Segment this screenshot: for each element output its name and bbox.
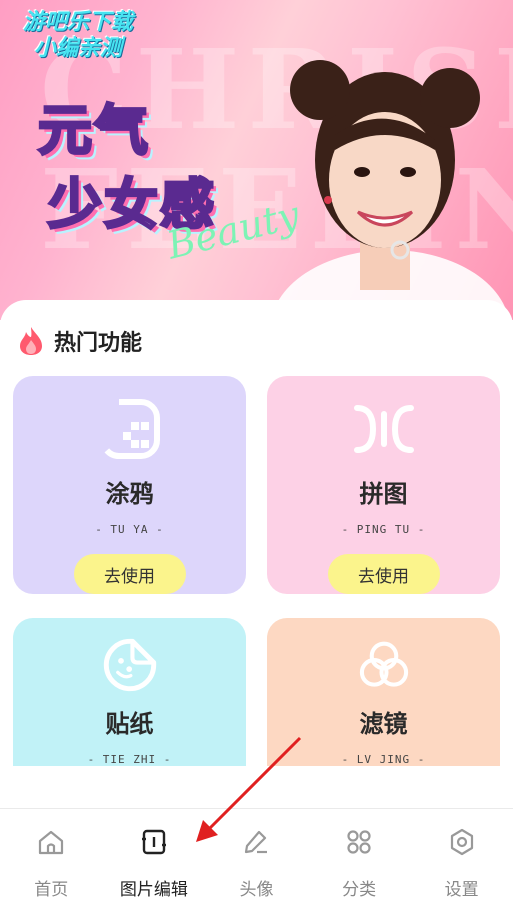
card-subtitle: - PING TU -: [341, 523, 426, 536]
feature-card-filter[interactable]: 滤镜 - LV JING -: [267, 618, 500, 766]
nav-label: 分类: [342, 880, 377, 900]
settings-icon: [450, 828, 473, 856]
nav-label: 头像: [239, 880, 274, 900]
fire-icon: [20, 327, 42, 355]
feature-card-sticker[interactable]: 贴纸 - TIE ZHI -: [13, 618, 246, 766]
watermark: 游吧乐下载 小编亲测: [8, 10, 148, 62]
section-title: 热门功能: [54, 331, 143, 356]
feature-card-doodle[interactable]: 涂鸦 - TU YA - 去使用: [13, 376, 246, 594]
nav-item-avatar[interactable]: 头像: [205, 809, 308, 902]
card-title: 贴纸: [105, 710, 154, 738]
hero-banner[interactable]: CHRISH FEELING 游吧乐下载 小编亲测 元气 少女感 Beauty: [0, 0, 513, 320]
nav-label: 图片编辑: [119, 880, 188, 900]
card-subtitle: - TIE ZHI -: [87, 753, 172, 766]
bottom-navigation: 首页 图片编辑 头像 分类 设置: [0, 808, 513, 902]
use-button[interactable]: 去使用: [327, 554, 440, 594]
banner-model-photo: [270, 60, 510, 320]
filter-icon: [359, 641, 408, 687]
card-subtitle: - LV JING -: [341, 753, 426, 766]
nav-item-photo-edit[interactable]: 图片编辑: [103, 809, 206, 902]
pen-icon: [245, 830, 268, 854]
feature-card-collage[interactable]: 拼图 - PING TU - 去使用: [267, 376, 500, 594]
nav-label: 首页: [34, 880, 69, 900]
nav-item-category[interactable]: 分类: [308, 809, 411, 902]
card-title: 涂鸦: [105, 480, 154, 508]
nav-label: 设置: [444, 880, 479, 900]
card-title: 拼图: [359, 480, 408, 508]
nav-item-home[interactable]: 首页: [0, 809, 103, 902]
section-header: 热门功能: [18, 324, 142, 358]
photo-edit-icon: [141, 829, 166, 855]
use-button[interactable]: 去使用: [73, 554, 186, 594]
sticker-icon: [103, 638, 156, 692]
content-panel: 热门功能 涂鸦 - TU YA - 去使用 拼图 - PING TU - 去使用: [0, 300, 513, 810]
nav-item-settings[interactable]: 设置: [410, 809, 513, 902]
doodle-icon: [99, 399, 160, 459]
home-icon: [39, 830, 64, 855]
watermark-line-1: 游吧乐下载: [22, 10, 133, 35]
card-subtitle: - TU YA -: [95, 523, 164, 536]
banner-title-line-1: 元气: [37, 98, 150, 164]
collage-icon: [353, 405, 414, 453]
card-title: 滤镜: [359, 710, 408, 738]
grid-icon: [347, 830, 371, 854]
watermark-line-2: 小编亲测: [33, 36, 122, 61]
